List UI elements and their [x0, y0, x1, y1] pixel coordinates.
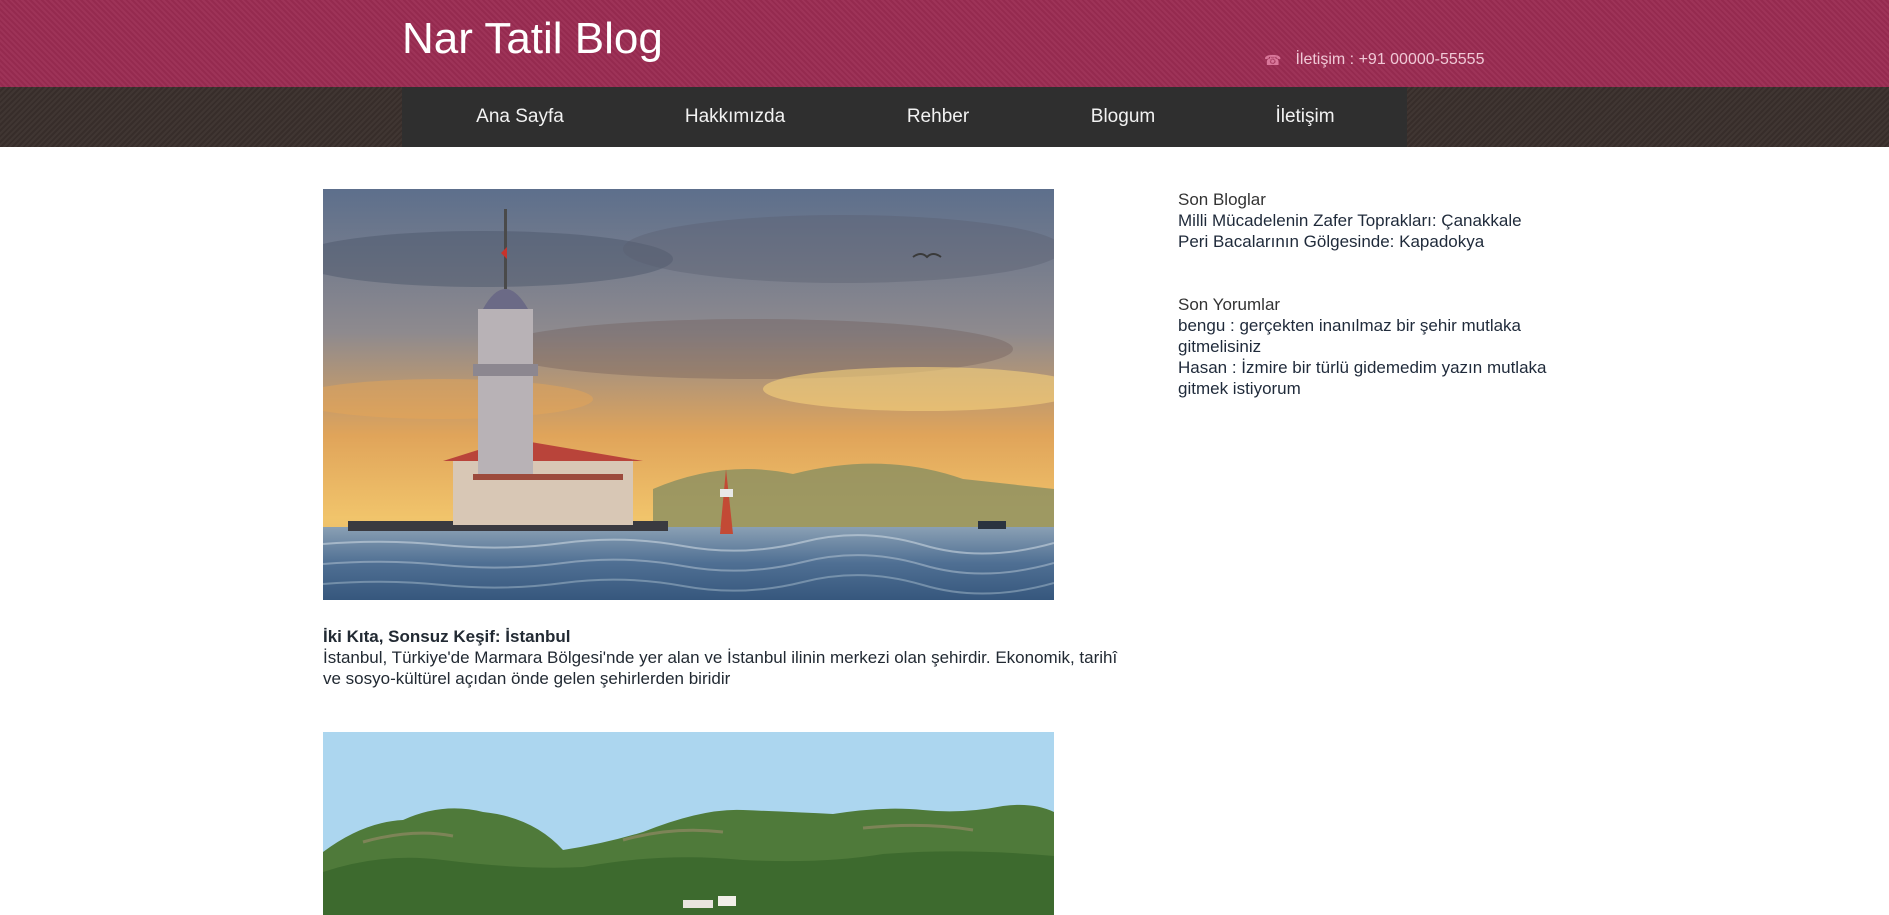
comment-item: Hasan : İzmire bir türlü gidemedim yazın… — [1178, 358, 1547, 398]
recent-post-link[interactable]: Milli Mücadelenin Zafer Toprakları: Çana… — [1178, 210, 1598, 231]
main-nav: Ana Sayfa Hakkımızda Rehber Blogum İleti… — [402, 87, 1407, 147]
recent-post-link[interactable]: Peri Bacalarının Gölgesinde: Kapadokya — [1178, 231, 1598, 252]
nav-item-rehber[interactable]: Rehber — [907, 87, 969, 147]
nav-item-iletisim[interactable]: İletişim — [1275, 87, 1334, 147]
post-excerpt: İstanbul, Türkiye'de Marmara Bölgesi'nde… — [323, 648, 1118, 688]
recent-posts-heading: Son Bloglar — [1178, 190, 1266, 209]
nav-item-hakkimizda[interactable]: Hakkımızda — [685, 87, 785, 147]
sidebar: Son Bloglar Milli Mücadelenin Zafer Topr… — [1178, 189, 1598, 399]
contact-text: İletişim : +91 00000-55555 — [1295, 51, 1485, 68]
telephone-icon: ☎ — [1264, 51, 1282, 68]
header-bar: Nar Tatil Blog ☎ İletişim : +91 00000-55… — [0, 0, 1889, 87]
nav-strip: Ana Sayfa Hakkımızda Rehber Blogum İleti… — [0, 87, 1889, 147]
nav-item-blogum[interactable]: Blogum — [1091, 87, 1155, 147]
post-image-green-hills[interactable] — [323, 732, 1054, 915]
post-image-maidens-tower[interactable] — [323, 189, 1054, 600]
post-title[interactable]: İki Kıta, Sonsuz Keşif: İstanbul — [323, 626, 570, 647]
contact-info: ☎ İletişim : +91 00000-55555 — [1264, 50, 1484, 70]
site-title[interactable]: Nar Tatil Blog — [402, 13, 663, 65]
comment-item: bengu : gerçekten inanılmaz bir şehir mu… — [1178, 316, 1522, 356]
recent-comments-heading: Son Yorumlar — [1178, 295, 1281, 314]
nav-item-ana-sayfa[interactable]: Ana Sayfa — [476, 87, 564, 147]
recent-comments: Son Yorumlar bengu : gerçekten inanılmaz… — [1178, 294, 1598, 399]
